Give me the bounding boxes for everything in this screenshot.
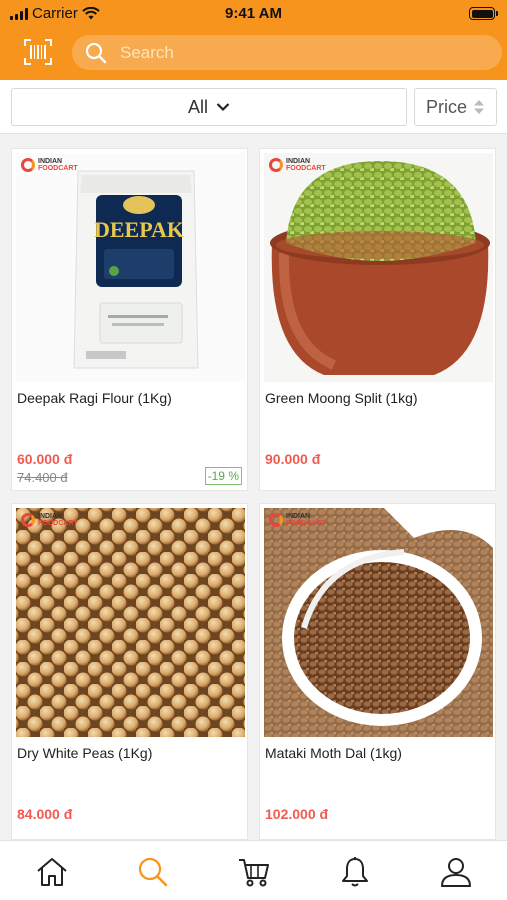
barcode-scan-icon[interactable] bbox=[24, 39, 52, 65]
home-icon bbox=[37, 858, 67, 886]
tab-home[interactable] bbox=[34, 854, 70, 890]
discount-badge: -19 % bbox=[204, 467, 242, 485]
tab-cart[interactable] bbox=[236, 854, 272, 890]
brand-logo: INDIAN FOODCART bbox=[269, 513, 326, 527]
clock: 9:41 AM bbox=[225, 5, 282, 22]
category-filter-label: All bbox=[187, 96, 208, 117]
brand-logo: INDIAN FOODCART bbox=[21, 158, 78, 172]
tab-notifications[interactable] bbox=[337, 854, 373, 890]
sort-arrows-icon bbox=[474, 100, 484, 114]
category-filter-dropdown[interactable]: All bbox=[11, 88, 407, 126]
cart-icon bbox=[239, 859, 269, 887]
pack-brand-text: DEEPAK bbox=[94, 217, 184, 242]
brand-logo: INDIAN FOODCART bbox=[21, 513, 78, 527]
bottom-tab-bar bbox=[0, 840, 507, 900]
product-price: 102.000 đ bbox=[265, 806, 329, 822]
product-card[interactable]: INDIAN FOODCART Green Moong Split (1kg) 9… bbox=[259, 148, 496, 491]
battery-icon bbox=[469, 7, 498, 20]
search-bar[interactable] bbox=[72, 35, 502, 70]
product-name: Mataki Moth Dal (1kg) bbox=[265, 745, 402, 761]
product-name: Dry White Peas (1Kg) bbox=[17, 745, 153, 761]
brand-logo: INDIAN FOODCART bbox=[269, 158, 326, 172]
status-bar: Carrier 9:41 AM bbox=[0, 0, 507, 28]
filter-bar: All Price bbox=[0, 80, 507, 134]
profile-icon bbox=[441, 858, 471, 887]
product-price: 60.000 đ bbox=[17, 451, 73, 467]
product-card[interactable]: INDIAN FOODCART Mataki Moth Dal (1kg) 102… bbox=[259, 503, 496, 840]
tab-search[interactable] bbox=[135, 854, 171, 890]
product-image: DEEPAK INDIAN FOODCART bbox=[16, 153, 245, 382]
product-image: INDIAN FOODCART bbox=[16, 508, 245, 737]
product-price: 90.000 đ bbox=[265, 451, 321, 467]
product-image: INDIAN FOODCART bbox=[264, 508, 493, 737]
product-card[interactable]: INDIAN FOODCART Dry White Peas (1Kg) 84.0… bbox=[11, 503, 248, 840]
tab-profile[interactable] bbox=[438, 854, 474, 890]
app-header: Carrier 9:41 AM bbox=[0, 0, 507, 80]
product-name: Green Moong Split (1kg) bbox=[265, 390, 418, 406]
search-icon bbox=[138, 857, 168, 887]
product-name: Deepak Ragi Flour (1Kg) bbox=[17, 390, 172, 406]
product-old-price: 74.400 đ bbox=[17, 470, 68, 485]
price-sort-button[interactable]: Price bbox=[414, 88, 497, 126]
price-sort-label: Price bbox=[425, 96, 467, 117]
product-image: INDIAN FOODCART bbox=[264, 153, 493, 382]
search-icon bbox=[85, 42, 107, 64]
bell-icon bbox=[342, 857, 368, 887]
chevron-down-icon bbox=[216, 103, 230, 112]
product-price: 84.000 đ bbox=[17, 806, 73, 822]
product-card[interactable]: DEEPAK INDIAN FOODCART Deepak Ragi Flour … bbox=[11, 148, 248, 491]
search-input[interactable] bbox=[120, 35, 480, 70]
